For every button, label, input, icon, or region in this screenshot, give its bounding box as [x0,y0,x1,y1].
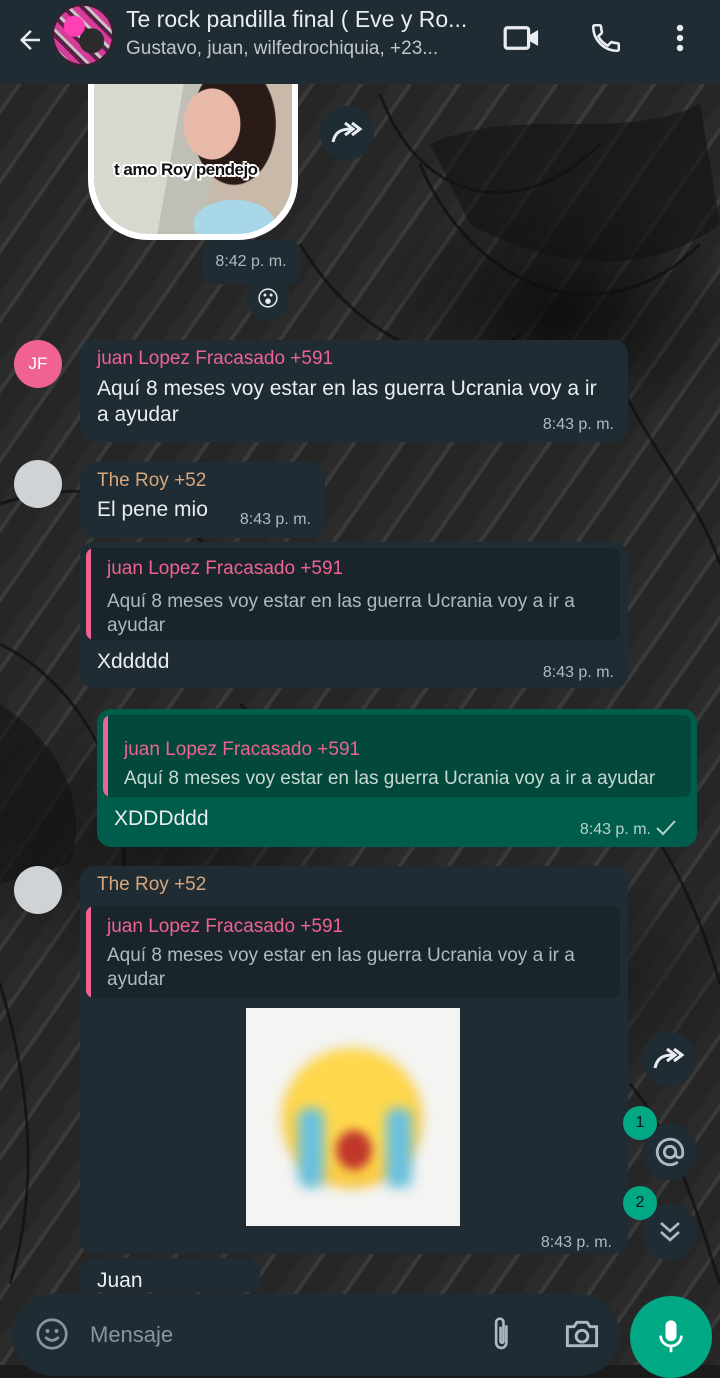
read-check-icon [656,820,676,836]
mentions-count-badge: 1 [623,1106,657,1140]
forward-button[interactable] [642,1032,696,1086]
sender-name[interactable]: juan Lopez Fracasado +591 [97,348,333,370]
quote-text: Aquí 8 meses voy estar en las guerra Ucr… [124,768,656,789]
message-bubble[interactable]: Juan [80,1258,260,1292]
sender-name[interactable]: The Roy +52 [97,874,206,896]
tear-left [298,1108,324,1188]
tear-right [386,1108,412,1188]
quoted-message[interactable]: juan Lopez Fracasado +591 Aquí 8 meses v… [103,715,691,797]
reaction-emoji[interactable]: 😮 [246,278,290,320]
camera-icon [565,1320,599,1348]
quote-text-line2: ayudar [107,969,166,990]
unread-count-badge: 2 [623,1186,657,1220]
quoted-message[interactable]: juan Lopez Fracasado +591 Aquí 8 meses v… [86,548,620,640]
message-time: 8:43 p. m. [540,1234,612,1251]
message-text: El pene mio [97,498,208,521]
message-time: 8:43 p. m. [579,821,651,838]
message-input[interactable]: Mensaje [90,1322,173,1348]
outgoing-message-bubble[interactable]: juan Lopez Fracasado +591 Aquí 8 meses v… [97,709,697,847]
double-chevron-down-icon [660,1222,680,1242]
sticker-time: 8:42 p. m. [202,240,300,284]
phone-icon [591,23,621,53]
crying-mouth [336,1130,372,1170]
crying-emoji-sticker[interactable] [246,1008,460,1226]
attach-icon [494,1317,508,1350]
sticker-caption: t amo Roy pendejo [114,160,258,179]
message-bubble[interactable]: juan Lopez Fracasado +591 Aquí 8 meses v… [80,340,628,442]
sender-name[interactable]: The Roy +52 [97,470,206,492]
forward-icon [653,1047,685,1069]
quoted-message[interactable]: juan Lopez Fracasado +591 Aquí 8 meses v… [86,906,620,998]
group-info[interactable]: Te rock pandilla final ( Eve y Ro... Gus… [126,6,486,60]
camera-button[interactable] [562,1314,602,1354]
forward-icon [331,121,363,143]
back-arrow-icon [20,30,40,50]
message-time: 8:43 p. m. [542,416,614,433]
message-text: Juan [97,1269,143,1292]
message-text-line1: Aquí 8 meses voy estar en las guerra Ucr… [97,377,597,400]
quote-sender: juan Lopez Fracasado +591 [107,558,344,579]
chat-header: Te rock pandilla final ( Eve y Ro... Gus… [0,0,720,84]
emoji-button[interactable] [32,1314,72,1354]
sticker-photo [94,84,292,234]
group-title: Te rock pandilla final ( Eve y Ro... [126,6,468,32]
message-time: 8:43 p. m. [542,664,614,681]
quote-sender: juan Lopez Fracasado +591 [107,916,344,937]
quote-sender: juan Lopez Fracasado +591 [124,739,361,760]
forward-button[interactable] [320,106,374,160]
quote-text-line2: ayudar [107,615,166,636]
emoji-icon [36,1318,68,1350]
group-avatar[interactable] [52,4,114,66]
voice-call-button[interactable] [586,20,626,56]
sticker-message[interactable]: t amo Roy pendejo [88,84,298,240]
video-call-button[interactable] [502,20,542,56]
message-bubble[interactable]: The Roy +52 El pene mio 8:43 p. m. [80,462,325,538]
avatar-roy[interactable] [14,460,62,508]
quote-bar [103,715,108,797]
avatar-roy[interactable] [14,866,62,914]
quote-text-line1: Aquí 8 meses voy estar en las guerra Ucr… [107,591,575,612]
message-bubble[interactable]: juan Lopez Fracasado +591 Aquí 8 meses v… [80,542,628,688]
at-mention-icon [655,1137,685,1167]
message-text: Xddddd [97,650,170,673]
attach-button[interactable] [482,1314,522,1354]
more-vert-icon [676,24,684,52]
quote-text-line1: Aquí 8 meses voy estar en las guerra Ucr… [107,945,575,966]
group-members: Gustavo, juan, wilfedrochiquia, +23... [126,38,439,59]
more-options-button[interactable] [660,20,700,56]
message-time: 8:43 p. m. [239,511,311,528]
quote-bar [86,548,91,640]
message-text-line2: a ayudar [97,403,179,426]
back-button[interactable] [12,22,48,58]
voice-message-button[interactable] [630,1296,712,1378]
avatar-jf[interactable]: JF [14,340,62,388]
mic-icon [659,1320,683,1353]
quote-bar [86,906,91,998]
message-composer[interactable]: Mensaje [12,1294,620,1376]
message-text: XDDDddd [114,807,209,830]
video-call-icon [503,26,539,50]
